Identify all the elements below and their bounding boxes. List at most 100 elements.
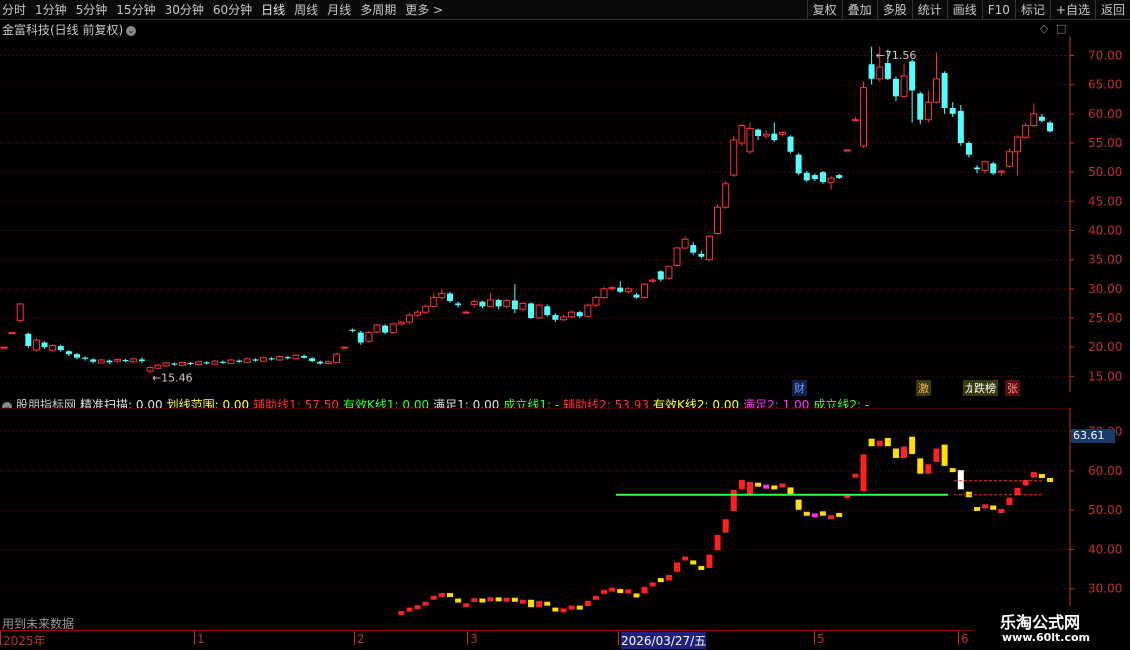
candle-body-up bbox=[924, 101, 932, 121]
candle-body-up bbox=[673, 247, 681, 266]
tab-0[interactable]: 分时 bbox=[2, 1, 26, 18]
date-label-1: 1 bbox=[197, 632, 205, 646]
price-axis-label: 65.00 bbox=[1088, 78, 1122, 92]
tool-button-0[interactable]: 复权 bbox=[806, 0, 842, 19]
indicator-bar bbox=[755, 482, 762, 487]
indicator-bar bbox=[982, 504, 989, 509]
tool-button-6[interactable]: 标记 bbox=[1014, 0, 1050, 19]
indicator-bar bbox=[544, 601, 551, 606]
candle-body-down bbox=[479, 301, 486, 307]
indicator-bar bbox=[957, 470, 964, 490]
event-tag-3[interactable]: 跌榜 bbox=[972, 380, 998, 396]
tab-4[interactable]: 30分钟 bbox=[165, 1, 204, 18]
tab-7[interactable]: 周线 bbox=[294, 1, 318, 18]
tool-button-2[interactable]: 多股 bbox=[876, 0, 912, 19]
candle-body-up bbox=[860, 87, 868, 147]
indicator-bar bbox=[414, 605, 421, 610]
price-axis-label: 60.00 bbox=[1088, 107, 1122, 121]
indicator-bar bbox=[941, 444, 948, 466]
candle-body-down bbox=[41, 342, 48, 348]
candle-body-up bbox=[519, 302, 527, 310]
tool-button-3[interactable]: 统计 bbox=[911, 0, 947, 19]
candle-body-up bbox=[746, 127, 754, 153]
candle-body-up bbox=[389, 323, 397, 334]
indicator-bar bbox=[576, 605, 583, 610]
price-axis-label: 70.00 bbox=[1088, 49, 1122, 63]
price-axis-label: 50.00 bbox=[1088, 165, 1122, 179]
event-tag-4[interactable]: 张 bbox=[1005, 380, 1020, 396]
candle-body-up bbox=[332, 353, 340, 363]
price-axis-label: 35.00 bbox=[1088, 253, 1122, 267]
tab-1[interactable]: 1分钟 bbox=[35, 1, 67, 18]
period-toolbar: 分时 1分钟 5分钟 15分钟 30分钟 60分钟 日线 周线 月线 多周期 更多 > 复权 叠加 多股… bbox=[0, 0, 1130, 20]
indicator-bar bbox=[609, 587, 616, 592]
candle-body-down bbox=[284, 357, 291, 359]
indicator-axis-label: 50.00 bbox=[1088, 503, 1122, 517]
tool-button-7[interactable]: +自选 bbox=[1049, 0, 1095, 19]
candle-body-down bbox=[301, 355, 308, 358]
indicator-chart[interactable]: 70.0060.0050.0040.0030.00 bbox=[0, 408, 1130, 630]
price-axis-label: 20.00 bbox=[1088, 340, 1122, 354]
indicator-bar bbox=[398, 611, 405, 616]
candle-body-down bbox=[82, 357, 89, 359]
candle-body-up bbox=[462, 311, 470, 314]
candle-body-down bbox=[868, 64, 875, 79]
indicator-bar bbox=[625, 589, 632, 594]
price-axis-label: 45.00 bbox=[1088, 194, 1122, 208]
tab-5[interactable]: 60分钟 bbox=[213, 1, 252, 18]
indicator-bar bbox=[868, 438, 875, 447]
tab-10[interactable]: 更多 > bbox=[405, 1, 452, 18]
candle-body-down bbox=[357, 332, 364, 343]
candle-body-down bbox=[495, 299, 502, 307]
tool-button-4[interactable]: 画线 bbox=[946, 0, 982, 19]
indicator-bar bbox=[1047, 477, 1053, 482]
chevron-down-icon[interactable]: ⌄ bbox=[126, 25, 137, 36]
date-tick bbox=[814, 631, 815, 645]
date-label-6: 6 bbox=[961, 632, 969, 646]
candle-body-up bbox=[714, 206, 722, 234]
indicator-bar bbox=[1006, 497, 1013, 506]
candle-body-down bbox=[219, 361, 226, 363]
tab-9[interactable]: 多周期 bbox=[360, 1, 396, 18]
event-tag-0[interactable]: 财 bbox=[792, 380, 807, 396]
candle-body-up bbox=[503, 300, 511, 307]
candle-body-up bbox=[535, 304, 543, 319]
tool-button-8[interactable]: 返回 bbox=[1094, 0, 1130, 19]
indicator-bar bbox=[819, 511, 826, 516]
diamond-icon[interactable]: ◇ bbox=[1040, 22, 1048, 35]
indicator-bar bbox=[430, 595, 437, 600]
candle-body-up bbox=[487, 299, 495, 307]
tab-2[interactable]: 5分钟 bbox=[76, 1, 108, 18]
tool-button-1[interactable]: 叠加 bbox=[841, 0, 877, 19]
indicator-bar bbox=[795, 499, 802, 510]
tool-button-5[interactable]: F10 bbox=[981, 0, 1015, 19]
indicator-bar bbox=[714, 534, 721, 551]
indicator-bar bbox=[933, 448, 940, 462]
indicator-bar bbox=[706, 554, 713, 568]
indicator-bar bbox=[901, 446, 908, 458]
chevron-right-icon[interactable]: > bbox=[429, 3, 443, 17]
tab-8[interactable]: 月线 bbox=[327, 1, 351, 18]
tab-6[interactable]: 日线 bbox=[261, 1, 285, 18]
candle-body-up bbox=[114, 358, 122, 362]
collapse-icon[interactable]: □ bbox=[1056, 22, 1066, 35]
watermark-title: 乐淘公式网 bbox=[1000, 613, 1081, 632]
candle-body-up bbox=[397, 321, 405, 325]
candle-body-down bbox=[317, 361, 324, 364]
indicator-bar bbox=[1030, 472, 1037, 478]
candle-body-down bbox=[771, 133, 778, 141]
candle-body-down bbox=[309, 358, 316, 362]
indicator-bar bbox=[471, 598, 478, 603]
event-tag-1[interactable]: 激 bbox=[916, 380, 931, 396]
candle-body-up bbox=[195, 361, 203, 366]
candle-body-up bbox=[584, 304, 592, 317]
candle-body-up bbox=[97, 359, 105, 364]
candle-body-down bbox=[73, 354, 80, 358]
candle-body-down bbox=[544, 306, 551, 316]
indicator-bar bbox=[674, 562, 681, 572]
candle-body-up bbox=[405, 314, 413, 323]
candle-body-down bbox=[795, 154, 802, 174]
tab-3[interactable]: 15分钟 bbox=[116, 1, 155, 18]
candlestick-chart[interactable]: 70.00 65.00 60.00 55.00 50.00 45.00 40.00 35.00… bbox=[0, 36, 1130, 392]
candle-body-down bbox=[755, 129, 762, 136]
